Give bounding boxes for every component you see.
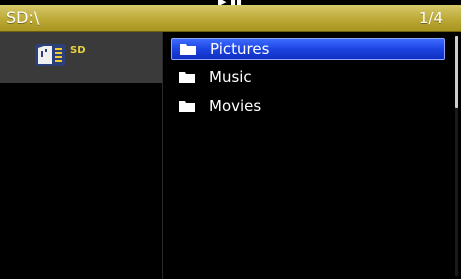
- sd-card-icon: [35, 44, 65, 66]
- file-name: Pictures: [210, 40, 270, 58]
- file-list: Pictures Music Movies: [163, 32, 453, 279]
- file-item-music[interactable]: Music: [171, 67, 443, 87]
- device-panel: SD: [0, 32, 162, 279]
- scrollbar[interactable]: [455, 36, 458, 276]
- file-item-pictures[interactable]: Pictures: [171, 38, 445, 60]
- scrollbar-thumb[interactable]: [455, 36, 458, 108]
- folder-icon: [180, 44, 196, 55]
- folder-icon: [179, 101, 195, 112]
- folder-icon: [179, 72, 195, 83]
- file-name: Music: [209, 68, 252, 86]
- header-bar: SD:\ 1/4: [0, 5, 461, 32]
- file-name: Movies: [209, 97, 262, 115]
- current-path: SD:\: [6, 8, 40, 27]
- page-indicator: 1/4: [418, 9, 443, 27]
- device-label-sd: SD: [70, 45, 86, 56]
- file-item-movies[interactable]: Movies: [171, 96, 443, 116]
- device-item-sd[interactable]: SD: [0, 32, 162, 83]
